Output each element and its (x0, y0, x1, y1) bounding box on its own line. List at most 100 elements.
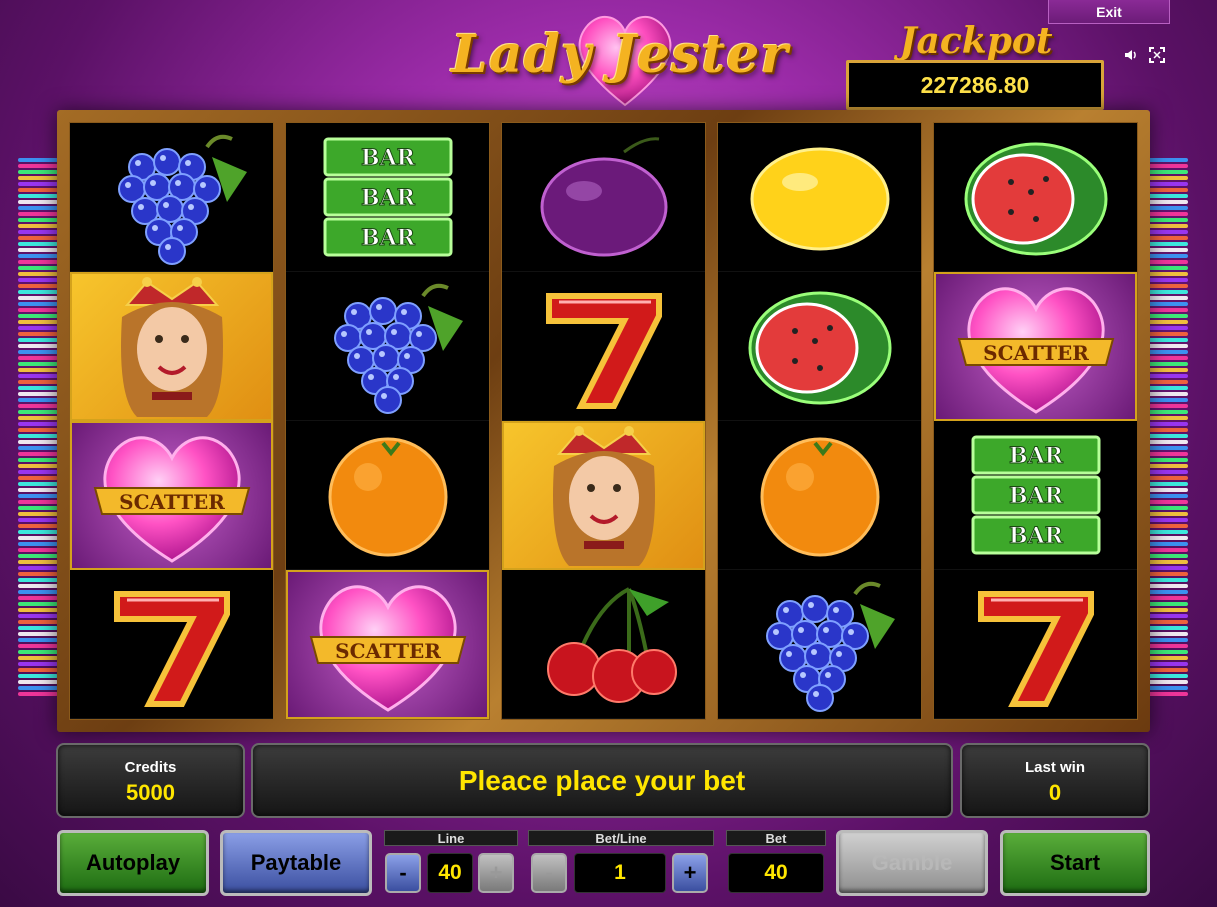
payline-indicator (1148, 230, 1188, 234)
watermelon-icon (964, 142, 1107, 256)
payline-indicator (18, 302, 58, 306)
paytable-button[interactable]: Paytable (220, 830, 372, 896)
seven-icon (113, 591, 230, 707)
top-icons (1123, 47, 1165, 68)
grapes-icon (333, 283, 463, 414)
payline-indicator (18, 506, 58, 510)
payline-indicators-right (1148, 158, 1188, 718)
payline-indicator (18, 308, 58, 312)
payline-indicator (1148, 164, 1188, 168)
message-panel: Pleace place your bet (251, 743, 953, 818)
credits-panel: Credits 5000 (56, 743, 245, 818)
payline-indicator (1148, 314, 1188, 318)
payline-indicator (18, 482, 58, 486)
svg-text:BAR: BAR (361, 225, 416, 251)
payline-indicator (18, 566, 58, 570)
payline-indicator (18, 218, 58, 222)
payline-indicator (18, 428, 58, 432)
payline-indicator (1148, 410, 1188, 414)
payline-indicator (1148, 476, 1188, 480)
jester-icon (552, 425, 655, 566)
bet-line-minus-button[interactable]: - (531, 853, 567, 893)
payline-indicator (18, 404, 58, 408)
payline-indicator (1148, 308, 1188, 312)
plum-symbol (502, 123, 705, 272)
payline-indicator (18, 434, 58, 438)
start-button[interactable]: Start (1000, 830, 1150, 896)
svg-text:BAR: BAR (1009, 523, 1064, 549)
payline-indicator (1148, 182, 1188, 186)
scatter-icon: SCATTER (957, 286, 1114, 414)
payline-indicator (1148, 542, 1188, 546)
payline-indicator (1148, 662, 1188, 666)
payline-indicator (18, 380, 58, 384)
line-minus-button[interactable]: - (385, 853, 421, 893)
payline-indicator (18, 200, 58, 204)
payline-indicator (18, 224, 58, 228)
exit-button[interactable]: Exit (1048, 0, 1170, 24)
payline-indicator (18, 614, 58, 618)
payline-indicator (1148, 386, 1188, 390)
payline-indicator (1148, 452, 1188, 456)
payline-indicator (1148, 350, 1188, 354)
payline-indicator (18, 446, 58, 450)
payline-indicator (1148, 572, 1188, 576)
bet-label: Bet (726, 830, 826, 846)
payline-indicator (1148, 518, 1188, 522)
payline-indicator (18, 158, 58, 162)
payline-indicator (18, 326, 58, 330)
line-label: Line (384, 830, 518, 846)
orange-symbol (718, 421, 921, 570)
payline-indicator (1148, 656, 1188, 660)
grapes-symbol (70, 123, 273, 272)
payline-indicator (1148, 458, 1188, 462)
payline-indicator (1148, 266, 1188, 270)
fullscreen-icon[interactable] (1149, 47, 1165, 68)
speaker-icon[interactable] (1123, 47, 1139, 68)
payline-indicator (18, 662, 58, 666)
payline-indicator (1148, 632, 1188, 636)
last-win-panel: Last win 0 (960, 743, 1150, 818)
scatter-symbol: SCATTER (286, 570, 489, 719)
payline-indicator (18, 338, 58, 342)
payline-indicator (18, 344, 58, 348)
payline-indicator (18, 290, 58, 294)
payline-indicator (1148, 278, 1188, 282)
jester-symbol (70, 272, 273, 421)
watermelon-icon (748, 291, 891, 405)
payline-indicator (1148, 290, 1188, 294)
payline-indicator (18, 554, 58, 558)
line-plus-button[interactable]: + (478, 853, 514, 893)
svg-text:SCATTER: SCATTER (983, 341, 1089, 365)
payline-indicator (1148, 374, 1188, 378)
bet-line-plus-button[interactable]: + (672, 853, 708, 893)
payline-indicator (18, 254, 58, 258)
payline-indicator (1148, 404, 1188, 408)
payline-indicator (18, 188, 58, 192)
payline-indicator (1148, 584, 1188, 588)
payline-indicator (1148, 326, 1188, 330)
payline-indicator (18, 536, 58, 540)
payline-indicator (18, 596, 58, 600)
bet-line-label: Bet/Line (528, 830, 714, 846)
payline-indicator (18, 602, 58, 606)
payline-indicator (1148, 236, 1188, 240)
payline-indicator (18, 470, 58, 474)
payline-indicator (1148, 638, 1188, 642)
payline-indicator (1148, 224, 1188, 228)
payline-indicator (1148, 380, 1188, 384)
payline-indicator (18, 194, 58, 198)
payline-indicator (1148, 302, 1188, 306)
payline-indicator (1148, 242, 1188, 246)
lemon-icon (750, 147, 889, 251)
last-win-value: 0 (1048, 780, 1062, 805)
payline-indicator (18, 542, 58, 546)
payline-indicator (18, 206, 58, 210)
gamble-button[interactable]: Gamble (836, 830, 988, 896)
autoplay-button[interactable]: Autoplay (57, 830, 209, 896)
payline-indicator (1148, 446, 1188, 450)
payline-indicator (18, 182, 58, 186)
payline-indicator (1148, 362, 1188, 366)
payline-indicator (18, 260, 58, 264)
watermelon-symbol (934, 123, 1137, 272)
